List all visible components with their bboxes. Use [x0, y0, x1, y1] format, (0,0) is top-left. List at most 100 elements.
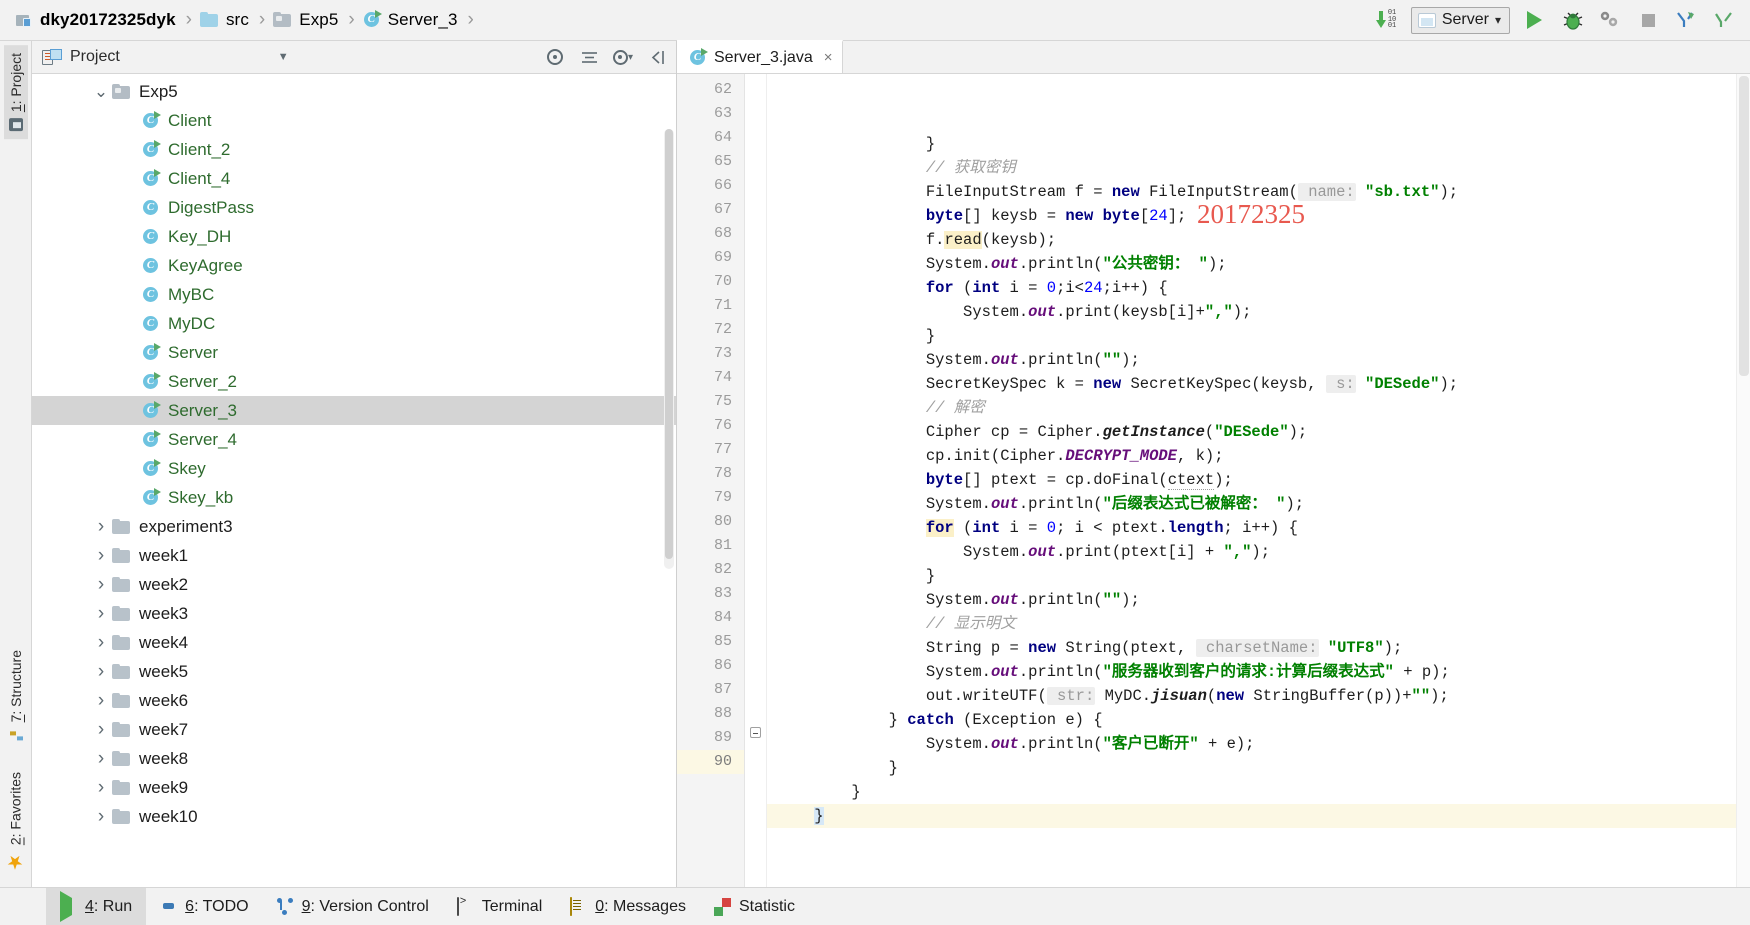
tree-item-exp5[interactable]: ⌄ Exp5 — [32, 77, 676, 106]
line-number[interactable]: 70 — [677, 270, 744, 294]
chevron-right-icon[interactable]: › — [90, 516, 112, 538]
project-tree[interactable]: ⌄ Exp5 C Client C Client_2 C Client_4 C DigestPas… — [32, 74, 676, 887]
code-line[interactable]: for (int i = 0;i<24;i++) { — [767, 276, 1736, 300]
code-line[interactable]: System.out.println("服务器收到客户的请求:计算后缀表达式" … — [767, 660, 1736, 684]
editor-scrollbar[interactable] — [1736, 74, 1750, 887]
code-content[interactable]: 20172325 } // 获取密钥 FileInputStream f = n… — [767, 74, 1736, 887]
line-number[interactable]: 88 — [677, 702, 744, 726]
status-bar-item-todo[interactable]: 6: TODO — [146, 888, 262, 925]
sidebar-item-favorites[interactable]: ★ 2: Favorites — [2, 764, 29, 881]
code-line[interactable]: for (int i = 0; i < ptext.length; i++) { — [767, 516, 1736, 540]
line-number[interactable]: 68 — [677, 222, 744, 246]
line-number[interactable]: 85 — [677, 630, 744, 654]
line-number[interactable]: 83 — [677, 582, 744, 606]
line-number[interactable]: 78 — [677, 462, 744, 486]
status-bar-item-versioncontrol[interactable]: 9: Version Control — [263, 888, 443, 925]
line-number[interactable]: 81 — [677, 534, 744, 558]
code-line[interactable]: SecretKeySpec k = new SecretKeySpec(keys… — [767, 372, 1736, 396]
sidebar-item-project[interactable]: 1: Project — [3, 45, 28, 140]
line-number[interactable]: 90 — [677, 750, 744, 774]
run-button[interactable] — [1520, 6, 1548, 34]
line-number[interactable]: 87 — [677, 678, 744, 702]
tree-item-digestpass[interactable]: C DigestPass — [32, 193, 676, 222]
line-number[interactable]: 89 — [677, 726, 744, 750]
tree-item-week4[interactable]: › week4 — [32, 628, 676, 657]
project-tree-scrollbar[interactable] — [664, 129, 674, 569]
chevron-right-icon[interactable]: › — [90, 661, 112, 683]
stop-button[interactable] — [1634, 6, 1662, 34]
code-line[interactable]: System.out.println("后缀表达式已被解密： "); — [767, 492, 1736, 516]
code-line[interactable]: System.out.println("公共密钥： "); — [767, 252, 1736, 276]
code-line[interactable]: } — [767, 780, 1736, 804]
line-number[interactable]: 86 — [677, 654, 744, 678]
line-number[interactable]: 67 — [677, 198, 744, 222]
tree-item-week9[interactable]: › week9 — [32, 773, 676, 802]
code-line[interactable]: } — [767, 804, 1736, 828]
tree-item-mydc[interactable]: C MyDC — [32, 309, 676, 338]
line-number[interactable]: 76 — [677, 414, 744, 438]
tree-item-week7[interactable]: › week7 — [32, 715, 676, 744]
breadcrumb-item-src[interactable]: src — [198, 6, 251, 34]
tree-item-client_2[interactable]: C Client_2 — [32, 135, 676, 164]
breadcrumb-item-dky20172325dyk[interactable]: dky20172325dyk — [14, 6, 178, 34]
tree-item-week10[interactable]: › week10 — [32, 802, 676, 831]
line-number[interactable]: 65 — [677, 150, 744, 174]
line-number[interactable]: 75 — [677, 390, 744, 414]
code-line[interactable]: System.out.print(ptext[i] + ","); — [767, 540, 1736, 564]
tree-item-keyagree[interactable]: C KeyAgree — [32, 251, 676, 280]
tree-item-week8[interactable]: › week8 — [32, 744, 676, 773]
code-line[interactable]: byte[] ptext = cp.doFinal(ctext); — [767, 468, 1736, 492]
view-options-caret[interactable]: ▼ — [278, 51, 289, 63]
code-line[interactable]: Cipher cp = Cipher.getInstance("DESede")… — [767, 420, 1736, 444]
tree-item-week1[interactable]: › week1 — [32, 541, 676, 570]
tree-item-week2[interactable]: › week2 — [32, 570, 676, 599]
tree-item-mybc[interactable]: C MyBC — [32, 280, 676, 309]
chevron-right-icon[interactable]: › — [90, 545, 112, 567]
chevron-right-icon[interactable]: › — [90, 777, 112, 799]
editor-tab-server3[interactable]: C Server_3.java × — [677, 40, 844, 73]
tree-item-week6[interactable]: › week6 — [32, 686, 676, 715]
code-line[interactable]: } catch (Exception e) { — [767, 708, 1736, 732]
line-number[interactable]: 69 — [677, 246, 744, 270]
code-line[interactable]: System.out.println(""); — [767, 588, 1736, 612]
line-number[interactable]: 74 — [677, 366, 744, 390]
line-number[interactable]: 66 — [677, 174, 744, 198]
line-number[interactable]: 80 — [677, 510, 744, 534]
code-line[interactable]: } — [767, 132, 1736, 156]
code-line[interactable]: System.out.println("客户已断开" + e); — [767, 732, 1736, 756]
status-bar-item-messages[interactable]: 0: Messages — [556, 888, 700, 925]
tree-item-server_4[interactable]: C Server_4 — [32, 425, 676, 454]
line-number[interactable]: 71 — [677, 294, 744, 318]
debug-button[interactable] — [1558, 6, 1586, 34]
tree-item-week5[interactable]: › week5 — [32, 657, 676, 686]
settings-gear-icon[interactable]: ▾ — [610, 45, 636, 69]
code-line[interactable]: System.out.println(""); — [767, 348, 1736, 372]
tree-item-skey[interactable]: C Skey — [32, 454, 676, 483]
line-number[interactable]: 73 — [677, 342, 744, 366]
tree-item-server_2[interactable]: C Server_2 — [32, 367, 676, 396]
download-updates-icon[interactable]: 01 10 01 — [1375, 8, 1401, 32]
line-number[interactable]: 84 — [677, 606, 744, 630]
breadcrumb-item-server_3[interactable]: C Server_3 — [361, 6, 460, 34]
chevron-right-icon[interactable]: › — [90, 574, 112, 596]
locate-icon[interactable] — [542, 45, 568, 69]
code-line[interactable]: // 获取密钥 — [767, 156, 1736, 180]
hide-panel-icon[interactable] — [644, 45, 670, 69]
code-line[interactable]: byte[] keysb = new byte[24]; — [767, 204, 1736, 228]
status-bar-item-statistic[interactable]: Statistic — [700, 888, 809, 925]
chevron-right-icon[interactable]: › — [90, 632, 112, 654]
status-bar-item-run[interactable]: 4: Run — [46, 887, 147, 925]
chevron-right-icon[interactable]: › — [90, 603, 112, 625]
code-folding-bar[interactable] — [745, 74, 767, 887]
code-line[interactable]: FileInputStream f = new FileInputStream(… — [767, 180, 1736, 204]
code-line[interactable]: System.out.print(keysb[i]+","); — [767, 300, 1736, 324]
sidebar-item-structure[interactable]: 7: Structure — [4, 642, 28, 749]
chevron-right-icon[interactable]: › — [90, 690, 112, 712]
vcs-commit-button[interactable] — [1710, 6, 1738, 34]
fold-marker[interactable] — [750, 727, 761, 738]
tree-item-experiment3[interactable]: › experiment3 — [32, 512, 676, 541]
code-line[interactable]: out.writeUTF( str: MyDC.jisuan(new Strin… — [767, 684, 1736, 708]
code-line[interactable]: } — [767, 564, 1736, 588]
code-line[interactable]: f.read(keysb); — [767, 228, 1736, 252]
chevron-right-icon[interactable]: › — [90, 719, 112, 741]
